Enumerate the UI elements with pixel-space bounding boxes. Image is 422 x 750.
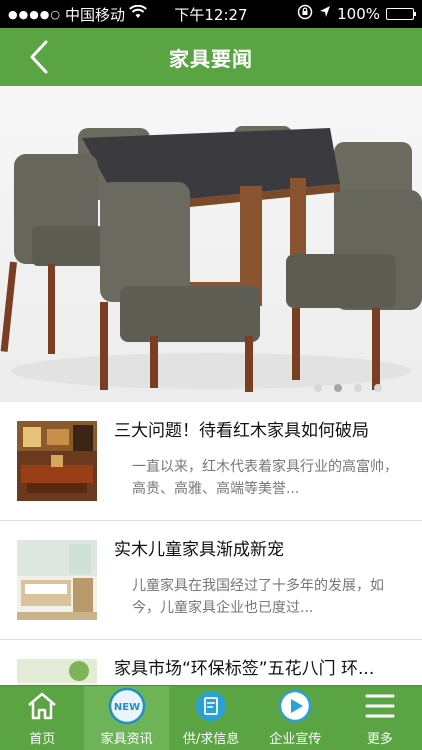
tab-more[interactable]: 更多 [338, 686, 422, 750]
wifi-icon [129, 4, 147, 23]
tab-label: 更多 [366, 732, 393, 747]
menu-icon [360, 686, 400, 726]
pager-dot[interactable] [374, 384, 382, 392]
chevron-left-icon [30, 40, 48, 74]
back-button[interactable] [22, 38, 56, 76]
dining-set-image [0, 126, 422, 392]
news-title: 三大问题！待看红木家具如何破局 [114, 421, 369, 441]
status-bar: ●●●●○ 中国移动 下午12:27 100% [0, 0, 422, 28]
news-title: 实木儿童家具渐成新宠 [114, 540, 284, 560]
bottom-tab-bar: 首页 NEW 家具资讯 供/求信息 企业宣传 更多 [0, 685, 422, 750]
banner-carousel[interactable] [0, 86, 422, 402]
page-title: 家具要闻 [169, 46, 253, 71]
new-badge-text: NEW [113, 702, 139, 713]
carousel-pager [314, 384, 382, 392]
location-icon [319, 5, 331, 23]
tab-supply-demand[interactable]: 供/求信息 [169, 686, 253, 750]
pager-dot[interactable] [314, 384, 322, 392]
news-item[interactable]: 三大问题！待看红木家具如何破局 一直以来，红木代表着家具行业的高富帅，高贵、高雅… [0, 402, 422, 521]
tab-company-promo[interactable]: 企业宣传 [253, 686, 337, 750]
news-item[interactable]: 实木儿童家具渐成新宠 儿童家具在我国经过了十多年的发展，如今，儿童家具企业也已度… [0, 521, 422, 640]
home-icon [22, 686, 62, 726]
news-summary: 儿童家具在我国经过了十多年的发展，如今，儿童家具企业也已度过... [132, 578, 384, 616]
signal-strength-icon: ●●●●○ [8, 7, 61, 21]
carrier-label: 中国移动 [65, 5, 126, 24]
tab-label: 企业宣传 [269, 732, 322, 747]
nav-bar: 家具要闻 [0, 28, 422, 86]
news-thumbnail [17, 421, 97, 501]
supply-icon [191, 686, 231, 726]
tab-label: 供/求信息 [182, 732, 240, 747]
news-summary: 一直以来，红木代表着家具行业的高富帅，高贵、高雅、高端等美誉... [132, 459, 398, 497]
battery-icon [386, 8, 416, 20]
news-title: 家具市场“环保标签”五花八门 环... [114, 659, 375, 679]
tab-label: 家具资讯 [100, 732, 153, 747]
tab-label: 首页 [29, 732, 56, 747]
play-icon [275, 686, 315, 726]
tab-furniture-news[interactable]: NEW 家具资讯 [84, 686, 169, 750]
battery-percent: 100% [337, 5, 380, 23]
pager-dot-active[interactable] [334, 384, 342, 392]
pager-dot[interactable] [354, 384, 362, 392]
rotation-lock-icon [297, 4, 313, 24]
tab-home[interactable]: 首页 [0, 686, 84, 750]
new-badge-icon: NEW [107, 686, 147, 726]
news-thumbnail [17, 540, 97, 620]
